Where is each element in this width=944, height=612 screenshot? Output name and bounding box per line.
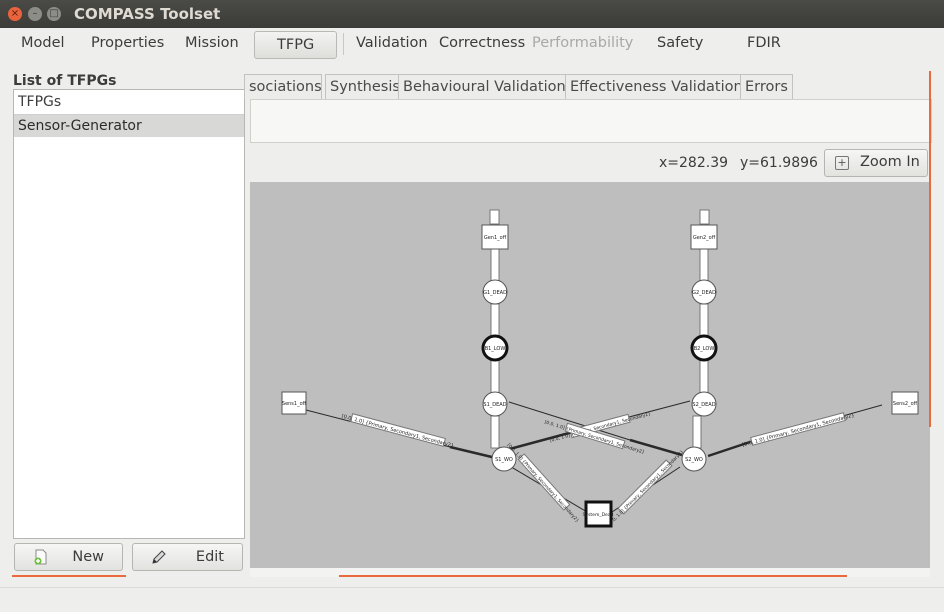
- zoom-in-icon: +: [835, 156, 849, 170]
- node-label-g2-dead: G2_DEAD: [692, 290, 716, 296]
- node-label-b2-low: B2_LOW: [694, 346, 715, 352]
- node-label-sens1-off: Sens1_off: [282, 401, 307, 407]
- edge-label-box: [490, 415, 500, 449]
- tab-behavioural-validation[interactable]: Behavioural Validation: [398, 74, 571, 99]
- node-label-s1-dead: S1_DEAD: [483, 402, 506, 408]
- window-title: COMPASS Toolset: [74, 5, 221, 23]
- vertical-scroll-accent[interactable]: [929, 71, 931, 427]
- list-item[interactable]: Sensor-Generator: [14, 115, 244, 137]
- edge-label-box: [699, 303, 709, 337]
- tab-bar: sociations Synthesis Behavioural Validat…: [244, 74, 930, 100]
- edge-label-sens2: [0.0, 1.0] {Primary, Secondary1, Seconda…: [742, 413, 856, 449]
- edge-label-sens1: [0.0, 1.0] {Primary, Secondary1, Seconda…: [341, 414, 455, 450]
- tfpg-list-panel: List of TFPGs TFPGs Sensor-Generator New…: [12, 71, 245, 577]
- tfpg-editor-panel: sociations Synthesis Behavioural Validat…: [244, 71, 932, 577]
- list-column-header[interactable]: TFPGs: [14, 90, 244, 115]
- node-label-system-dead: System_Dead: [583, 512, 614, 518]
- zoom-in-button[interactable]: + Zoom In: [824, 149, 928, 177]
- edge-stub: [699, 209, 710, 225]
- x-coordinate-readout: x=282.39: [659, 155, 729, 171]
- node-label-gen2-off: Gen2_off: [693, 235, 716, 241]
- tfpg-graph[interactable]: [0.0, 1.0] {Primary, Secondary1, Seconda…: [250, 182, 930, 568]
- node-label-s2-wo: S2_WO: [685, 457, 703, 463]
- menu-fdir[interactable]: FDIR: [747, 35, 781, 51]
- status-bar: [0, 587, 944, 612]
- menu-tfpg[interactable]: TFPG: [254, 31, 338, 59]
- maximize-window-button[interactable]: □: [47, 7, 61, 21]
- y-coordinate-readout: y=61.9896: [740, 155, 818, 171]
- tab-associations[interactable]: sociations: [244, 74, 322, 99]
- title-bar: × – □ COMPASS Toolset: [0, 0, 944, 28]
- menu-safety[interactable]: Safety: [657, 35, 703, 51]
- node-label-s1-wo: S1_WO: [495, 457, 513, 463]
- graph-canvas[interactable]: [0.0, 1.0] {Primary, Secondary1, Seconda…: [250, 182, 930, 568]
- zoom-in-label: Zoom In: [860, 154, 920, 170]
- edit-button[interactable]: Edit: [132, 543, 243, 571]
- menu-performability: Performability: [532, 35, 634, 51]
- new-button-label: New: [72, 549, 104, 565]
- node-label-b1-low: B1_LOW: [485, 346, 506, 352]
- edge-label-s2-system: [0.0, 1.0] {Primary, Secondary1, Seconda…: [607, 449, 685, 527]
- edge-label-box: [692, 415, 702, 449]
- minimize-window-button[interactable]: –: [28, 7, 42, 21]
- node-label-gen1-off: Gen1_off: [484, 235, 507, 241]
- menu-mission[interactable]: Mission: [185, 35, 239, 51]
- node-label-g1-dead: G1_DEAD: [483, 290, 507, 296]
- menu-model[interactable]: Model: [21, 35, 65, 51]
- new-document-icon: [34, 549, 47, 565]
- tfpg-list[interactable]: TFPGs Sensor-Generator: [13, 89, 245, 539]
- edge-label-s1-system: [0.0, 1.0] {Primary, Secondary1, Seconda…: [506, 442, 580, 524]
- edit-button-label: Edit: [195, 549, 224, 565]
- node-label-s2-dead: S2_DEAD: [692, 402, 715, 408]
- close-window-button[interactable]: ×: [8, 7, 22, 21]
- menu-bar: Model Properties Mission TFPG Validation…: [0, 28, 944, 62]
- edge-label-box: [699, 247, 709, 283]
- menu-correctness[interactable]: Correctness: [439, 35, 525, 51]
- tab-effectiveness-validation[interactable]: Effectiveness Validation: [565, 74, 748, 99]
- tab-errors[interactable]: Errors: [740, 74, 793, 99]
- node-label-sens2-off: Sens2_off: [893, 401, 918, 407]
- menu-properties[interactable]: Properties: [91, 35, 164, 51]
- vertical-edges: [489, 209, 710, 449]
- edge-label-box: [490, 247, 500, 283]
- horizontal-scroll-accent[interactable]: [339, 575, 847, 577]
- left-panel-scroll-accent: [12, 575, 126, 577]
- panel-title: List of TFPGs: [13, 73, 117, 89]
- tab-content-area: [250, 99, 932, 143]
- edge-stub: [489, 209, 500, 225]
- edge-label-box: [699, 359, 709, 395]
- new-button[interactable]: New: [14, 543, 123, 571]
- pencil-icon: [152, 550, 166, 564]
- menu-separator: [343, 33, 344, 55]
- edge-label-box: [490, 359, 500, 395]
- graph-nodes[interactable]: Gen1_off Gen2_off G1_DEAD G2_DEAD B1_LOW…: [281, 224, 919, 528]
- tab-synthesis[interactable]: Synthesis: [325, 74, 405, 99]
- edge-label-box: [490, 303, 500, 337]
- menu-validation[interactable]: Validation: [356, 35, 428, 51]
